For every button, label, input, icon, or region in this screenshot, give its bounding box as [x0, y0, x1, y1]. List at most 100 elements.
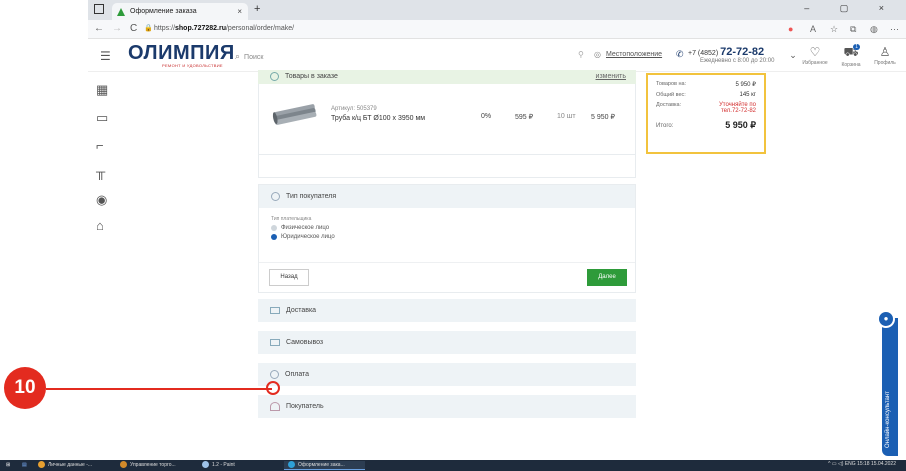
- explorer-icon[interactable]: ▤: [22, 461, 27, 470]
- bricks-icon[interactable]: ▦: [96, 82, 108, 98]
- screenshot: Оформление заказа × + – ▢ × ← → C 🔒 http…: [0, 0, 906, 471]
- summary-weight-row: Общий вес: 145 кг: [656, 92, 756, 98]
- online-consultant-tab[interactable]: ● Онлайн-консультант: [877, 310, 898, 456]
- payment-section[interactable]: Оплата: [258, 363, 636, 386]
- summary-goods-row: Товаров на: 5 950 ₽: [656, 81, 756, 88]
- item-discount: 0%: [481, 113, 492, 120]
- window-menu-icon[interactable]: [94, 4, 104, 14]
- item-article: Артикул: 505379: [331, 106, 377, 112]
- summary-delivery-label: Доставка:: [656, 102, 682, 108]
- tray-icons[interactable]: ^ ▭ ◁): [828, 461, 843, 467]
- edge-icon: [288, 461, 295, 469]
- profile-button[interactable]: ♙ Профиль: [870, 45, 900, 66]
- browser-tab[interactable]: Оформление заказа ×: [112, 3, 248, 20]
- taskbar-item[interactable]: Управление торго...: [120, 461, 176, 470]
- goods-section-header: Товары в заказе изменить: [258, 70, 636, 84]
- location-pin-icon: [271, 191, 280, 201]
- summary-weight-label: Общий вес:: [656, 92, 686, 98]
- search-icon: ⌕: [235, 51, 241, 61]
- item-name[interactable]: Труба к/ц БТ Ø100 х 3950 мм: [331, 115, 425, 122]
- summary-total-label: Итого:: [656, 122, 674, 129]
- furniture-icon[interactable]: ╥: [96, 164, 105, 179]
- language-indicator[interactable]: ENG: [845, 461, 856, 467]
- taskbar-item-label: Личные данные -...: [48, 462, 93, 468]
- back-button[interactable]: Назад: [269, 269, 309, 286]
- buyer-type-header[interactable]: Тип покупателя: [259, 185, 635, 208]
- pickup-section[interactable]: Самовывоз: [258, 331, 636, 354]
- summary-total-value: 5 950 ₽: [725, 120, 756, 130]
- phone-hours: Ежедневно с 8:00 до 20:00: [700, 58, 775, 64]
- location-marker-icon: ⚲: [578, 50, 584, 59]
- reload-icon[interactable]: C: [130, 23, 137, 34]
- favorites-star-icon[interactable]: ☆: [830, 24, 838, 35]
- url-path: /personal/order/make/: [225, 25, 295, 32]
- order-form: Товары в заказе изменить Артикул: 505379…: [258, 70, 636, 418]
- paint-icon: [202, 461, 209, 469]
- clock-time[interactable]: 15:18: [857, 461, 870, 467]
- windows-taskbar: ⊞ ▤ Личные данные -... Управление торго.…: [0, 460, 906, 471]
- payer-type-label: Тип плательщика: [271, 216, 312, 222]
- buyer-type-section: Тип покупателя Тип плательщика Физическо…: [258, 184, 636, 293]
- favorites-button[interactable]: ♡ Избранное: [800, 45, 830, 66]
- step-number-badge: 10: [4, 367, 46, 409]
- section-label: Доставка: [286, 307, 317, 314]
- forward-arrow-icon[interactable]: →: [112, 23, 122, 34]
- back-arrow-icon[interactable]: ←: [94, 23, 104, 34]
- taskbar-item[interactable]: 1.2 - Paint: [202, 461, 235, 470]
- profile-avatar-icon[interactable]: ◍: [870, 24, 878, 35]
- cart-count-badge: 1: [853, 44, 860, 50]
- annotation-pointer-line: [46, 388, 272, 390]
- taskbar-item-label: Оформление зака...: [298, 462, 345, 468]
- site-logo[interactable]: ОЛИМПИЯ РЕМОНТ И УДОВОЛЬСТВИЕ: [128, 43, 248, 69]
- window-controls[interactable]: – ▢ ×: [804, 3, 898, 14]
- windows-start-icon[interactable]: ⊞: [6, 461, 10, 470]
- tab-title: Оформление заказа: [130, 8, 197, 15]
- order-summary: Товаров на: 5 950 ₽ Общий вес: 145 кг Дост…: [646, 73, 766, 154]
- location-pin-icon: ◎: [594, 50, 601, 59]
- radio-unchecked-icon: [271, 225, 277, 231]
- person-icon: [270, 401, 280, 411]
- url-field[interactable]: https://shop.727282.ru/personal/order/ma…: [154, 25, 294, 32]
- search-placeholder: Поиск: [244, 54, 264, 61]
- menu-icon[interactable]: ☰: [100, 49, 111, 63]
- site-page: ☰ ОЛИМПИЯ РЕМОНТ И УДОВОЛЬСТВИЕ ⌕ Поиск ⚲…: [88, 40, 906, 460]
- phone-icon: ✆: [676, 49, 684, 59]
- delivery-section[interactable]: Доставка: [258, 299, 636, 322]
- close-tab-icon[interactable]: ×: [237, 3, 242, 20]
- extension-icon[interactable]: ●: [788, 24, 793, 34]
- garden-icon[interactable]: ◉: [96, 192, 107, 208]
- next-button[interactable]: Далее: [587, 269, 627, 286]
- taskbar-item-active[interactable]: Оформление зака...: [284, 461, 365, 470]
- heart-icon: ♡: [809, 45, 821, 59]
- section-label: Оплата: [285, 371, 310, 378]
- change-link[interactable]: изменить: [596, 70, 626, 84]
- more-menu-icon[interactable]: ⋯: [890, 24, 899, 35]
- read-aloud-icon[interactable]: A: [810, 24, 816, 34]
- item-total: 5 950 ₽: [591, 114, 615, 121]
- payer-option-individual[interactable]: Физическое лицо: [271, 225, 623, 231]
- taskbar-item[interactable]: Личные данные -...: [38, 461, 92, 470]
- phone-prefix: +7 (4852): [688, 50, 719, 57]
- taskbar-item-label: 1.2 - Paint: [212, 462, 235, 468]
- summary-delivery-value: Уточняйте по тел.72-72-82: [718, 102, 756, 114]
- profile-label: Профиль: [874, 60, 896, 66]
- new-tab-button[interactable]: +: [254, 3, 260, 15]
- phone-block[interactable]: +7 (4852) 72-72-82 Ежедневно с 8:00 до 2…: [688, 46, 774, 64]
- collections-icon[interactable]: ⧉: [850, 24, 856, 35]
- radio-checked-icon: [271, 234, 277, 240]
- taskbar-item-label: Управление торго...: [130, 462, 176, 468]
- plumbing-icon[interactable]: ⌐: [96, 138, 104, 153]
- site-favicon-icon: [117, 8, 125, 16]
- cart-button[interactable]: ⛟ 1 Корзина: [836, 44, 866, 68]
- wallpaper-icon[interactable]: ▭: [96, 110, 108, 126]
- customer-section[interactable]: Покупатель: [258, 395, 636, 418]
- payment-icon: [270, 369, 279, 379]
- logo-text: ОЛИМПИЯ: [128, 42, 235, 64]
- chat-icon: ●: [877, 310, 895, 328]
- location-link[interactable]: Местоположение: [606, 51, 662, 58]
- search-input[interactable]: ⌕ Поиск: [235, 48, 595, 64]
- house-icon[interactable]: ⌂: [96, 218, 104, 233]
- payer-option-legal[interactable]: Юридическое лицо: [271, 234, 623, 240]
- order-item-row: Артикул: 505379 Труба к/ц БТ Ø100 х 3950…: [258, 84, 636, 154]
- tab-bar: Оформление заказа × + – ▢ ×: [88, 0, 906, 20]
